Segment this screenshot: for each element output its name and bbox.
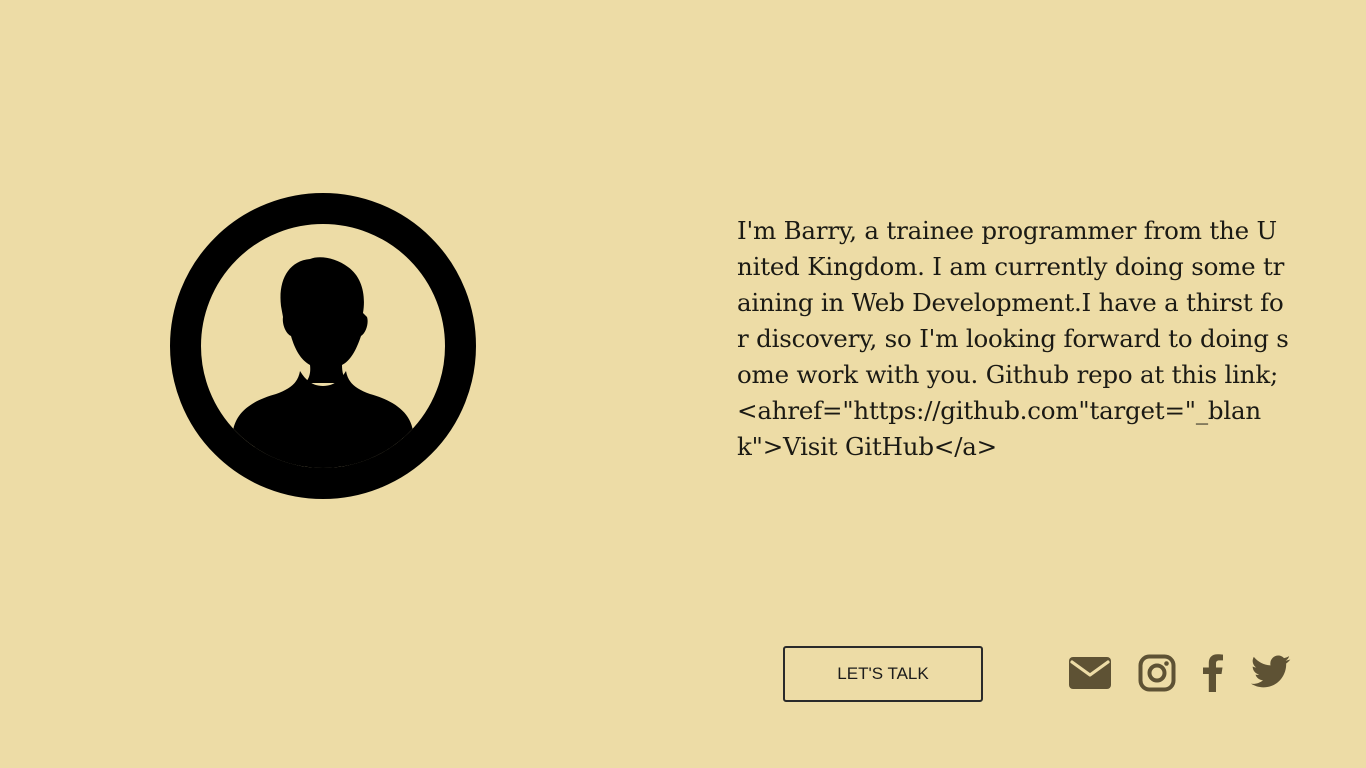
lets-talk-button[interactable]: LET'S TALK — [783, 646, 983, 702]
page: I'm Barry, a trainee programmer from the… — [0, 0, 1366, 768]
user-silhouette-icon — [170, 193, 476, 499]
instagram-icon — [1138, 654, 1176, 692]
facebook-link[interactable] — [1202, 654, 1224, 692]
bio-text: I'm Barry, a trainee programmer from the… — [737, 216, 1289, 461]
mail-icon — [1069, 657, 1111, 689]
avatar — [170, 193, 476, 499]
twitter-link[interactable] — [1251, 655, 1291, 689]
facebook-icon — [1203, 654, 1223, 692]
mail-link[interactable] — [1068, 656, 1112, 690]
instagram-link[interactable] — [1138, 654, 1176, 692]
twitter-icon — [1251, 655, 1291, 688]
